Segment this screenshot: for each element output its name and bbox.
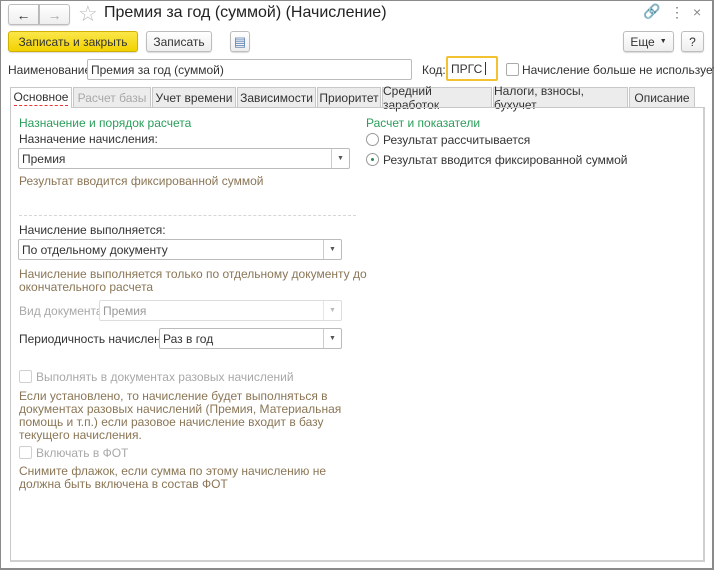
code-value: ПРГС	[451, 61, 483, 76]
onetime-checkbox	[19, 370, 32, 383]
tab-average-earnings[interactable]: Средний заработок	[382, 84, 492, 112]
close-icon[interactable]: ×	[693, 4, 701, 20]
onetime-help-line: документах разовых начислений (Премия, М…	[19, 402, 342, 416]
tab-main[interactable]: Основное	[10, 87, 72, 108]
radio-calculated-label[interactable]: Результат рассчитывается	[383, 133, 530, 147]
doctype-label: Вид документа:	[19, 304, 106, 318]
not-used-label[interactable]: Начисление больше не используется	[522, 63, 714, 77]
purpose-select[interactable]: Премия ▼	[18, 148, 350, 169]
more-button[interactable]: Еще ▼	[623, 31, 674, 52]
dropdown-arrow-icon[interactable]: ▼	[331, 149, 349, 168]
onetime-help-line: Если установлено, то начисление будет вы…	[19, 389, 328, 403]
back-button[interactable]: ←	[8, 4, 39, 25]
purpose-label: Назначение начисления:	[19, 132, 158, 146]
tab-description[interactable]: Описание	[629, 87, 695, 107]
code-input[interactable]: ПРГС	[446, 56, 498, 81]
doctype-value: Премия	[103, 303, 147, 318]
chevron-down-icon: ▼	[659, 38, 667, 45]
exec-help-line1: Начисление выполняется только по отдельн…	[19, 267, 367, 281]
help-button[interactable]: ?	[681, 31, 704, 52]
period-value: Раз в год	[163, 331, 214, 346]
divider	[19, 215, 356, 216]
more-label: Еще	[630, 34, 655, 49]
arrow-left-icon: ←	[16, 6, 31, 23]
exec-value: По отдельному документу	[22, 242, 168, 257]
exec-select[interactable]: По отдельному документу ▼	[18, 239, 342, 260]
window-title: Премия за год (суммой) (Начисление)	[104, 4, 387, 21]
name-input[interactable]: Премия за год (суммой)	[87, 59, 412, 80]
purpose-help: Результат вводится фиксированной суммой	[19, 174, 264, 188]
period-select[interactable]: Раз в год ▼	[159, 328, 342, 349]
dropdown-arrow-icon[interactable]: ▼	[323, 240, 341, 259]
fot-checkbox	[19, 446, 32, 459]
radio-calculated[interactable]	[366, 133, 379, 146]
save-button[interactable]: Записать	[146, 31, 212, 52]
link-icon[interactable]: 🔗	[643, 3, 660, 20]
section-heading-purpose: Назначение и порядок расчета	[19, 116, 192, 130]
exec-help-line2: окончательного расчета	[19, 280, 154, 294]
purpose-value: Премия	[22, 151, 66, 166]
tab-time-accounting[interactable]: Учет времени	[152, 87, 236, 107]
save-and-close-button[interactable]: Записать и закрыть	[8, 31, 138, 52]
radio-fixed-sum[interactable]	[366, 153, 379, 166]
onetime-help-line: текущего начисления.	[19, 428, 142, 442]
text-cursor	[485, 62, 487, 75]
fot-help-line: Снимите флажок, если сумма по этому начи…	[19, 464, 327, 478]
period-label: Периодичность начисления:	[19, 332, 178, 346]
onetime-label: Выполнять в документах разовых начислени…	[36, 370, 294, 384]
radio-fixed-sum-label[interactable]: Результат вводится фиксированной суммой	[383, 153, 627, 167]
exec-label: Начисление выполняется:	[19, 223, 166, 237]
tab-priority[interactable]: Приоритет	[317, 87, 381, 107]
forward-button[interactable]: →	[39, 4, 70, 25]
name-label: Наименование:	[8, 63, 95, 77]
not-used-checkbox[interactable]	[506, 63, 519, 76]
onetime-help-line: помощь и т.п.) если разовое начисление в…	[19, 415, 324, 429]
dropdown-arrow-icon[interactable]: ▼	[323, 329, 341, 348]
doctype-select: Премия ▼	[99, 300, 342, 321]
tab-taxes[interactable]: Налоги, взносы, бухучет	[493, 84, 628, 112]
code-label: Код:	[422, 63, 446, 77]
fot-help-line: должна быть включена в состав ФОТ	[19, 477, 228, 491]
tab-label: Основное	[13, 90, 69, 106]
more-vertical-icon[interactable]: ⋮	[670, 4, 684, 21]
dropdown-arrow-icon: ▼	[323, 301, 341, 320]
section-heading-calc: Расчет и показатели	[366, 116, 481, 130]
fot-label: Включать в ФОТ	[36, 446, 129, 460]
star-icon[interactable]: ☆	[78, 1, 98, 27]
tab-dependencies[interactable]: Зависимости	[237, 87, 316, 107]
list-icon[interactable]: ▤	[230, 31, 250, 52]
tab-base-calc[interactable]: Расчет базы	[73, 87, 151, 107]
arrow-right-icon: →	[47, 6, 62, 23]
